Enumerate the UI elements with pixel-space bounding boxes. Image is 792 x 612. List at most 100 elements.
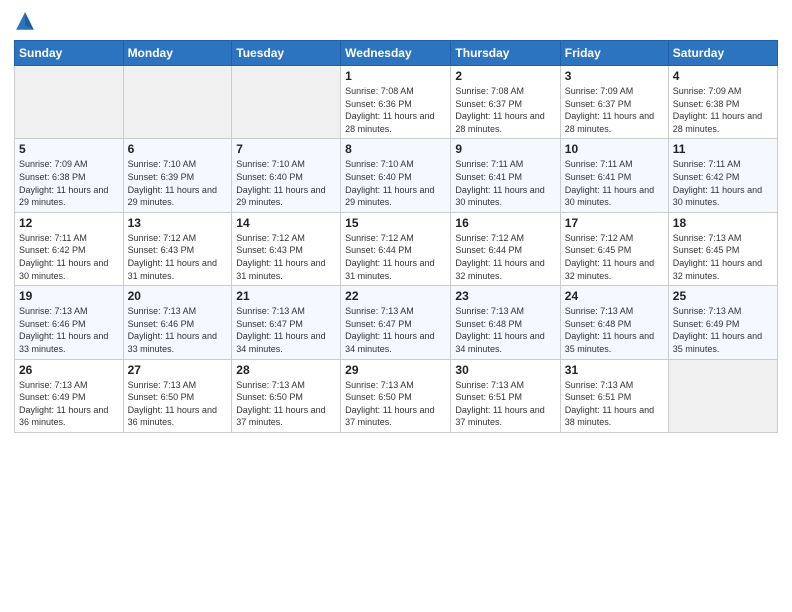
day-info: Sunrise: 7:13 AM Sunset: 6:50 PM Dayligh… [236, 379, 336, 429]
weekday-header-monday: Monday [123, 41, 232, 66]
calendar-cell: 13Sunrise: 7:12 AM Sunset: 6:43 PM Dayli… [123, 212, 232, 285]
day-info: Sunrise: 7:13 AM Sunset: 6:51 PM Dayligh… [565, 379, 664, 429]
day-info: Sunrise: 7:12 AM Sunset: 6:44 PM Dayligh… [345, 232, 446, 282]
calendar-cell: 3 Sunrise: 7:09 AM Sunset: 6:37 PM Daylig… [560, 66, 668, 139]
day-number: 11 [673, 142, 773, 156]
calendar-cell: 14Sunrise: 7:12 AM Sunset: 6:43 PM Dayli… [232, 212, 341, 285]
calendar-week-row: 19 Sunrise: 7:13 AM Sunset: 6:46 PM Dayli… [15, 286, 778, 359]
weekday-header-saturday: Saturday [668, 41, 777, 66]
calendar-cell: 18 Sunrise: 7:13 AM Sunset: 6:45 PM Dayli… [668, 212, 777, 285]
calendar-cell: 19 Sunrise: 7:13 AM Sunset: 6:46 PM Dayli… [15, 286, 124, 359]
day-number: 5 [19, 142, 119, 156]
day-info: Sunrise: 7:10 AM Sunset: 6:40 PM Dayligh… [236, 158, 336, 208]
calendar-week-row: 26 Sunrise: 7:13 AM Sunset: 6:49 PM Dayli… [15, 359, 778, 432]
weekday-header-thursday: Thursday [451, 41, 560, 66]
day-number: 6 [128, 142, 228, 156]
day-info: Sunrise: 7:12 AM Sunset: 6:43 PM Dayligh… [236, 232, 336, 282]
logo-icon [14, 10, 36, 32]
day-info: Sunrise: 7:08 AM Sunset: 6:36 PM Dayligh… [345, 85, 446, 135]
day-info: Sunrise: 7:11 AM Sunset: 6:41 PM Dayligh… [565, 158, 664, 208]
day-info: Sunrise: 7:13 AM Sunset: 6:47 PM Dayligh… [236, 305, 336, 355]
day-info: Sunrise: 7:11 AM Sunset: 6:42 PM Dayligh… [673, 158, 773, 208]
calendar-week-row: 12 Sunrise: 7:11 AM Sunset: 6:42 PM Dayli… [15, 212, 778, 285]
day-number: 19 [19, 289, 119, 303]
calendar-cell: 15 Sunrise: 7:12 AM Sunset: 6:44 PM Dayli… [341, 212, 451, 285]
day-number: 8 [345, 142, 446, 156]
calendar-cell: 1 Sunrise: 7:08 AM Sunset: 6:36 PM Daylig… [341, 66, 451, 139]
day-number: 21 [236, 289, 336, 303]
day-info: Sunrise: 7:13 AM Sunset: 6:49 PM Dayligh… [19, 379, 119, 429]
calendar-cell: 5 Sunrise: 7:09 AM Sunset: 6:38 PM Daylig… [15, 139, 124, 212]
day-number: 28 [236, 363, 336, 377]
day-info: Sunrise: 7:12 AM Sunset: 6:43 PM Dayligh… [128, 232, 228, 282]
day-number: 15 [345, 216, 446, 230]
day-number: 2 [455, 69, 555, 83]
day-info: Sunrise: 7:13 AM Sunset: 6:48 PM Dayligh… [455, 305, 555, 355]
day-number: 18 [673, 216, 773, 230]
calendar-cell: 29 Sunrise: 7:13 AM Sunset: 6:50 PM Dayli… [341, 359, 451, 432]
calendar-cell: 8Sunrise: 7:10 AM Sunset: 6:40 PM Daylig… [341, 139, 451, 212]
calendar-cell: 10 Sunrise: 7:11 AM Sunset: 6:41 PM Dayli… [560, 139, 668, 212]
day-number: 25 [673, 289, 773, 303]
calendar-cell: 6 Sunrise: 7:10 AM Sunset: 6:39 PM Daylig… [123, 139, 232, 212]
weekday-header-wednesday: Wednesday [341, 41, 451, 66]
day-info: Sunrise: 7:08 AM Sunset: 6:37 PM Dayligh… [455, 85, 555, 135]
day-number: 31 [565, 363, 664, 377]
calendar-cell: 26 Sunrise: 7:13 AM Sunset: 6:49 PM Dayli… [15, 359, 124, 432]
day-info: Sunrise: 7:11 AM Sunset: 6:41 PM Dayligh… [455, 158, 555, 208]
day-info: Sunrise: 7:10 AM Sunset: 6:39 PM Dayligh… [128, 158, 228, 208]
day-info: Sunrise: 7:13 AM Sunset: 6:51 PM Dayligh… [455, 379, 555, 429]
day-info: Sunrise: 7:13 AM Sunset: 6:46 PM Dayligh… [128, 305, 228, 355]
calendar-cell: 27Sunrise: 7:13 AM Sunset: 6:50 PM Dayli… [123, 359, 232, 432]
day-number: 24 [565, 289, 664, 303]
calendar-cell: 17Sunrise: 7:12 AM Sunset: 6:45 PM Dayli… [560, 212, 668, 285]
calendar-header-row: SundayMondayTuesdayWednesdayThursdayFrid… [15, 41, 778, 66]
day-number: 3 [565, 69, 664, 83]
calendar-cell: 31 Sunrise: 7:13 AM Sunset: 6:51 PM Dayli… [560, 359, 668, 432]
header [14, 10, 778, 32]
calendar-cell: 28 Sunrise: 7:13 AM Sunset: 6:50 PM Dayli… [232, 359, 341, 432]
calendar-cell: 24 Sunrise: 7:13 AM Sunset: 6:48 PM Dayli… [560, 286, 668, 359]
calendar-cell [668, 359, 777, 432]
day-number: 9 [455, 142, 555, 156]
calendar-cell: 30 Sunrise: 7:13 AM Sunset: 6:51 PM Dayli… [451, 359, 560, 432]
day-info: Sunrise: 7:13 AM Sunset: 6:49 PM Dayligh… [673, 305, 773, 355]
day-info: Sunrise: 7:09 AM Sunset: 6:37 PM Dayligh… [565, 85, 664, 135]
day-info: Sunrise: 7:13 AM Sunset: 6:47 PM Dayligh… [345, 305, 446, 355]
calendar-cell: 21 Sunrise: 7:13 AM Sunset: 6:47 PM Dayli… [232, 286, 341, 359]
day-number: 30 [455, 363, 555, 377]
day-info: Sunrise: 7:13 AM Sunset: 6:48 PM Dayligh… [565, 305, 664, 355]
day-number: 16 [455, 216, 555, 230]
day-info: Sunrise: 7:13 AM Sunset: 6:45 PM Dayligh… [673, 232, 773, 282]
day-info: Sunrise: 7:09 AM Sunset: 6:38 PM Dayligh… [19, 158, 119, 208]
calendar-cell: 9 Sunrise: 7:11 AM Sunset: 6:41 PM Daylig… [451, 139, 560, 212]
day-number: 10 [565, 142, 664, 156]
day-info: Sunrise: 7:13 AM Sunset: 6:50 PM Dayligh… [345, 379, 446, 429]
day-number: 29 [345, 363, 446, 377]
weekday-header-friday: Friday [560, 41, 668, 66]
day-number: 7 [236, 142, 336, 156]
calendar-cell [232, 66, 341, 139]
day-info: Sunrise: 7:11 AM Sunset: 6:42 PM Dayligh… [19, 232, 119, 282]
day-info: Sunrise: 7:09 AM Sunset: 6:38 PM Dayligh… [673, 85, 773, 135]
day-number: 27 [128, 363, 228, 377]
calendar-cell [15, 66, 124, 139]
calendar-cell: 12 Sunrise: 7:11 AM Sunset: 6:42 PM Dayli… [15, 212, 124, 285]
calendar-cell: 16Sunrise: 7:12 AM Sunset: 6:44 PM Dayli… [451, 212, 560, 285]
day-number: 1 [345, 69, 446, 83]
logo [14, 10, 40, 32]
day-number: 22 [345, 289, 446, 303]
day-number: 20 [128, 289, 228, 303]
calendar-cell: 2 Sunrise: 7:08 AM Sunset: 6:37 PM Daylig… [451, 66, 560, 139]
calendar-cell: 11 Sunrise: 7:11 AM Sunset: 6:42 PM Dayli… [668, 139, 777, 212]
day-number: 12 [19, 216, 119, 230]
weekday-header-tuesday: Tuesday [232, 41, 341, 66]
calendar-cell: 4 Sunrise: 7:09 AM Sunset: 6:38 PM Daylig… [668, 66, 777, 139]
day-number: 26 [19, 363, 119, 377]
day-number: 4 [673, 69, 773, 83]
calendar-cell [123, 66, 232, 139]
day-info: Sunrise: 7:13 AM Sunset: 6:46 PM Dayligh… [19, 305, 119, 355]
calendar-cell: 23Sunrise: 7:13 AM Sunset: 6:48 PM Dayli… [451, 286, 560, 359]
calendar-cell: 7 Sunrise: 7:10 AM Sunset: 6:40 PM Daylig… [232, 139, 341, 212]
day-number: 17 [565, 216, 664, 230]
